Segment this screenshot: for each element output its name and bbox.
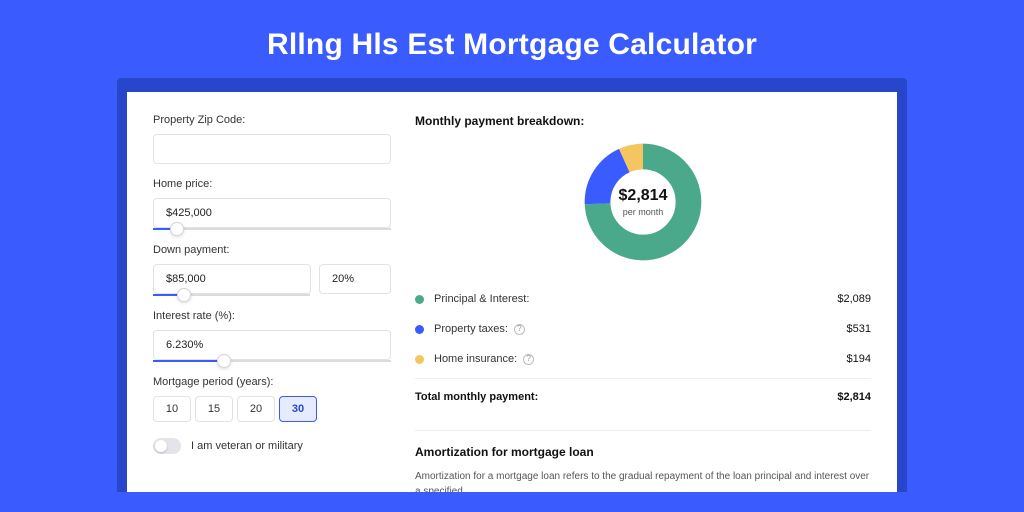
- donut-sub: per month: [623, 207, 664, 217]
- legend-label: Principal & Interest:: [434, 293, 837, 305]
- total-row: Total monthly payment: $2,814: [415, 378, 871, 412]
- down-payment-pct-input[interactable]: [319, 264, 391, 294]
- period-group: Mortgage period (years): 10152030: [153, 376, 391, 422]
- slider-thumb[interactable]: [217, 354, 231, 368]
- down-payment-label: Down payment:: [153, 244, 391, 256]
- down-payment-group: Down payment:: [153, 244, 391, 296]
- home-price-slider[interactable]: [153, 228, 391, 230]
- period-option-20[interactable]: 20: [237, 396, 275, 422]
- home-price-label: Home price:: [153, 178, 391, 190]
- info-icon[interactable]: ?: [523, 354, 534, 365]
- legend-dot: [415, 355, 424, 364]
- down-payment-slider[interactable]: [153, 294, 310, 296]
- breakdown-title: Monthly payment breakdown:: [415, 114, 871, 128]
- period-option-15[interactable]: 15: [195, 396, 233, 422]
- period-option-10[interactable]: 10: [153, 396, 191, 422]
- header-band: Property Zip Code: Home price: Down paym…: [117, 78, 907, 492]
- period-option-30[interactable]: 30: [279, 396, 317, 422]
- total-label: Total monthly payment:: [415, 391, 837, 403]
- donut-center: $2,814 per month: [583, 142, 703, 262]
- interest-slider[interactable]: [153, 360, 391, 362]
- legend-value: $531: [847, 323, 871, 335]
- legend-row: Principal & Interest:$2,089: [415, 284, 871, 314]
- zip-label: Property Zip Code:: [153, 114, 391, 126]
- legend-label: Home insurance:?: [434, 353, 847, 365]
- interest-group: Interest rate (%):: [153, 310, 391, 362]
- veteran-label: I am veteran or military: [191, 440, 303, 452]
- slider-thumb[interactable]: [170, 222, 184, 236]
- donut-chart-wrap: $2,814 per month: [415, 142, 871, 262]
- donut-amount: $2,814: [619, 187, 668, 205]
- home-price-input[interactable]: [153, 198, 391, 228]
- breakdown-panel: Monthly payment breakdown: $2,814 per mo…: [415, 114, 871, 492]
- zip-field-group: Property Zip Code:: [153, 114, 391, 164]
- home-price-group: Home price:: [153, 178, 391, 230]
- interest-input[interactable]: [153, 330, 391, 360]
- legend-row: Home insurance:?$194: [415, 344, 871, 374]
- legend-row: Property taxes:?$531: [415, 314, 871, 344]
- legend: Principal & Interest:$2,089Property taxe…: [415, 284, 871, 374]
- legend-dot: [415, 325, 424, 334]
- legend-value: $194: [847, 353, 871, 365]
- veteran-toggle[interactable]: [153, 438, 181, 454]
- total-value: $2,814: [837, 391, 871, 403]
- inputs-panel: Property Zip Code: Home price: Down paym…: [153, 114, 391, 492]
- down-payment-amount-input[interactable]: [153, 264, 311, 294]
- calculator-card: Property Zip Code: Home price: Down paym…: [127, 92, 897, 492]
- slider-thumb[interactable]: [177, 288, 191, 302]
- legend-label: Property taxes:?: [434, 323, 847, 335]
- interest-label: Interest rate (%):: [153, 310, 391, 322]
- zip-input[interactable]: [153, 134, 391, 164]
- veteran-row: I am veteran or military: [153, 438, 391, 454]
- amort-title: Amortization for mortgage loan: [415, 445, 871, 459]
- amort-text: Amortization for a mortgage loan refers …: [415, 469, 871, 492]
- donut-chart: $2,814 per month: [583, 142, 703, 262]
- info-icon[interactable]: ?: [514, 324, 525, 335]
- divider: [415, 430, 871, 431]
- legend-value: $2,089: [837, 293, 871, 305]
- legend-dot: [415, 295, 424, 304]
- page-title: Rllng Hls Est Mortgage Calculator: [0, 0, 1024, 78]
- period-label: Mortgage period (years):: [153, 376, 391, 388]
- period-options: 10152030: [153, 396, 391, 422]
